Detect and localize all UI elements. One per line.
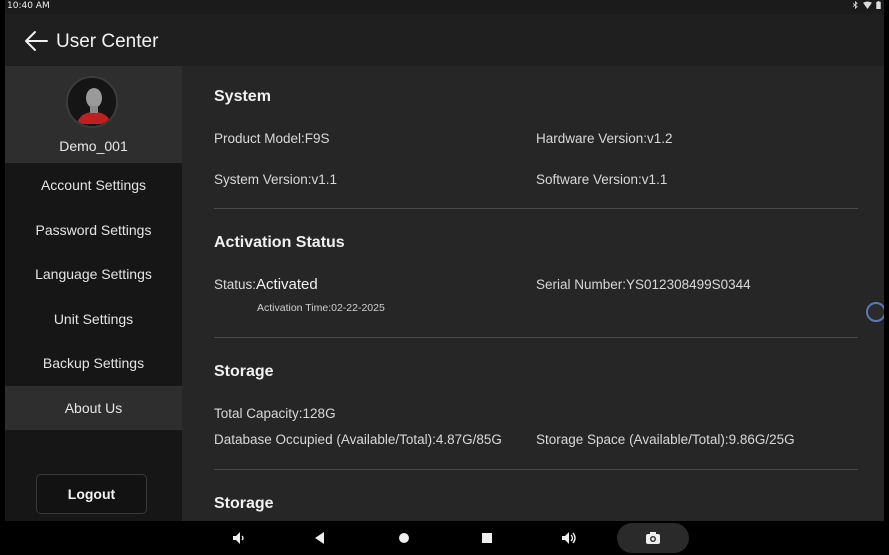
sidebar-item-account-settings[interactable]: Account Settings <box>5 163 182 208</box>
section-title-storage: Storage <box>214 363 274 380</box>
section-title-activation: Activation Status <box>214 234 345 251</box>
bluetooth-icon <box>852 1 858 9</box>
sidebar-item-backup-settings[interactable]: Backup Settings <box>5 341 182 386</box>
volume-up-icon[interactable] <box>559 528 579 548</box>
product-model: Product Model:F9S <box>214 131 330 146</box>
back-triangle-icon[interactable] <box>310 528 330 548</box>
divider <box>214 337 858 338</box>
app-window: 10:40 AM User Center Demo_001 Account Se… <box>5 0 884 555</box>
about-content: System Product Model:F9S Hardware Versio… <box>182 66 884 521</box>
username: Demo_001 <box>59 138 128 154</box>
activation-status: Status:Activated <box>214 276 318 293</box>
sidebar-item-password-settings[interactable]: Password Settings <box>5 208 182 253</box>
home-circle-icon[interactable] <box>394 528 414 548</box>
battery-icon <box>876 1 881 9</box>
divider <box>214 469 858 470</box>
loading-spinner-icon <box>866 302 884 322</box>
serial-number: Serial Number:YS012308499S0344 <box>536 277 751 292</box>
wifi-icon <box>863 1 872 9</box>
title-bar: User Center <box>5 14 884 66</box>
activation-time: Activation Time:02-22-2025 <box>257 302 385 314</box>
page-title: User Center <box>56 31 159 52</box>
hardware-version: Hardware Version:v1.2 <box>536 131 673 146</box>
status-bar: 10:40 AM <box>5 0 884 14</box>
profile-section: Demo_001 <box>5 66 182 163</box>
section-title-system: System <box>214 88 271 105</box>
system-nav-bar <box>5 521 884 555</box>
sidebar-item-language-settings[interactable]: Language Settings <box>5 252 182 297</box>
volume-down-icon[interactable] <box>228 528 248 548</box>
section-title-storage-2: Storage <box>214 495 274 512</box>
status-time: 10:40 AM <box>7 1 50 11</box>
camera-icon <box>646 532 660 544</box>
system-version: System Version:v1.1 <box>214 172 338 187</box>
divider <box>214 208 858 209</box>
camera-button[interactable] <box>617 523 689 553</box>
status-icons <box>852 1 881 9</box>
database-occupied: Database Occupied (Available/Total):4.87… <box>214 432 502 447</box>
sidebar: Demo_001 Account Settings Password Setti… <box>5 66 182 521</box>
status-value: Activated <box>256 276 318 293</box>
software-version: Software Version:v1.1 <box>536 172 668 187</box>
settings-nav: Account Settings Password Settings Langu… <box>5 163 182 430</box>
total-capacity: Total Capacity:128G <box>214 406 336 421</box>
status-label: Status: <box>214 277 257 292</box>
recents-square-icon[interactable] <box>477 528 497 548</box>
arrow-left-icon[interactable] <box>23 30 49 52</box>
user-avatar-icon <box>66 76 118 128</box>
storage-space: Storage Space (Available/Total):9.86G/25… <box>536 432 795 447</box>
logout-button[interactable]: Logout <box>36 474 147 514</box>
sidebar-item-unit-settings[interactable]: Unit Settings <box>5 297 182 342</box>
sidebar-item-about-us[interactable]: About Us <box>5 385 182 430</box>
